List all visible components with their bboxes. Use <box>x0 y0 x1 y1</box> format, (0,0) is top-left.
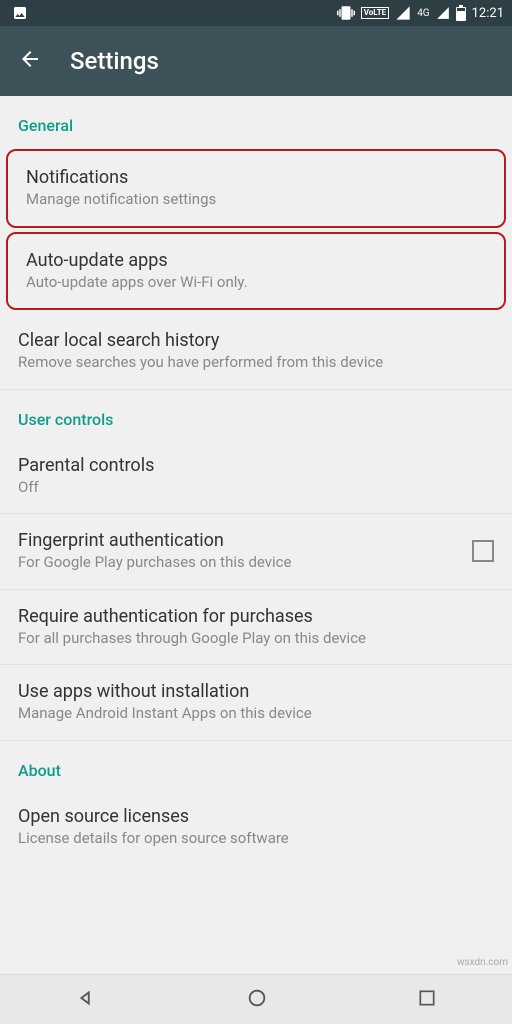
app-bar: Settings <box>0 26 512 96</box>
setting-licenses[interactable]: Open source licenses License details for… <box>0 790 512 865</box>
setting-auto-update[interactable]: Auto-update apps Auto-update apps over W… <box>8 234 504 309</box>
clock: 12:21 <box>472 6 504 21</box>
network-label: 4G <box>417 8 429 19</box>
back-icon[interactable] <box>18 47 42 75</box>
setting-subtitle: License details for open source software <box>18 829 494 849</box>
setting-subtitle: Remove searches you have performed from … <box>18 353 494 373</box>
setting-subtitle: For Google Play purchases on this device <box>18 553 460 573</box>
setting-title: Require authentication for purchases <box>18 606 494 627</box>
fingerprint-checkbox[interactable] <box>472 540 494 562</box>
nav-home-icon[interactable] <box>246 987 268 1013</box>
section-header-user-controls: User controls <box>0 390 512 439</box>
page-title: Settings <box>70 47 159 75</box>
setting-title: Fingerprint authentication <box>18 530 460 551</box>
setting-notifications[interactable]: Notifications Manage notification settin… <box>8 151 504 226</box>
watermark: wsxdn.com <box>457 957 508 968</box>
volte-badge: VoLTE <box>361 7 389 19</box>
signal-icon <box>395 5 411 21</box>
setting-instant-apps[interactable]: Use apps without installation Manage And… <box>0 665 512 741</box>
status-bar: VoLTE 4G 12:21 <box>0 0 512 26</box>
nav-recent-icon[interactable] <box>417 988 437 1012</box>
setting-title: Auto-update apps <box>26 250 486 271</box>
setting-require-auth[interactable]: Require authentication for purchases For… <box>0 590 512 666</box>
setting-subtitle: Off <box>18 478 494 498</box>
section-header-general: General <box>0 96 512 145</box>
nav-back-icon[interactable] <box>75 987 97 1013</box>
image-icon <box>12 5 28 21</box>
setting-title: Clear local search history <box>18 330 494 351</box>
setting-fingerprint[interactable]: Fingerprint authentication For Google Pl… <box>0 514 512 590</box>
setting-subtitle: Auto-update apps over Wi-Fi only. <box>26 273 486 293</box>
setting-parental-controls[interactable]: Parental controls Off <box>0 439 512 515</box>
vibrate-icon <box>337 4 355 22</box>
settings-list: General Notifications Manage notificatio… <box>0 96 512 974</box>
setting-subtitle: Manage notification settings <box>26 190 486 210</box>
setting-title: Parental controls <box>18 455 494 476</box>
section-header-about: About <box>0 741 512 790</box>
battery-icon <box>456 5 466 21</box>
setting-clear-history[interactable]: Clear local search history Remove search… <box>0 314 512 390</box>
highlight-auto-update: Auto-update apps Auto-update apps over W… <box>6 232 506 311</box>
highlight-notifications: Notifications Manage notification settin… <box>6 149 506 228</box>
setting-subtitle: Manage Android Instant Apps on this devi… <box>18 704 494 724</box>
setting-title: Open source licenses <box>18 806 494 827</box>
setting-subtitle: For all purchases through Google Play on… <box>18 629 494 649</box>
navigation-bar <box>0 974 512 1024</box>
setting-title: Use apps without installation <box>18 681 494 702</box>
setting-title: Notifications <box>26 167 486 188</box>
signal-icon-2 <box>436 6 450 20</box>
